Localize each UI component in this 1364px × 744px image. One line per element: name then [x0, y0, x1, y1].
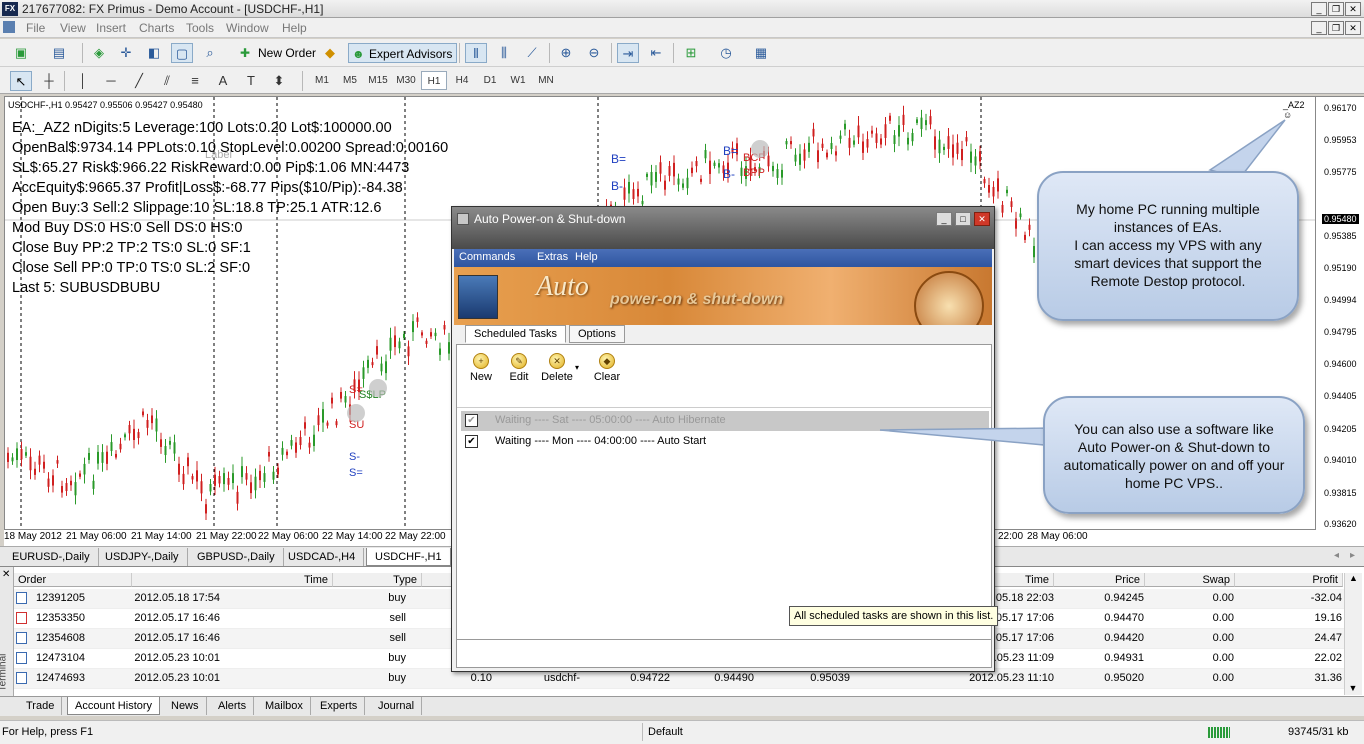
callout-home-pc-text: My home PC running multiple instances of…: [1074, 201, 1262, 289]
callout-pointer: [1208, 119, 1286, 179]
callout-pointer: [879, 427, 1056, 447]
callout-home-pc: My home PC running multiple instances of…: [1037, 171, 1299, 321]
callout-software-text: You can also use a software like Auto Po…: [1063, 421, 1285, 491]
callout-pointers: [879, 119, 1286, 447]
callout-software: You can also use a software like Auto Po…: [1043, 396, 1305, 514]
